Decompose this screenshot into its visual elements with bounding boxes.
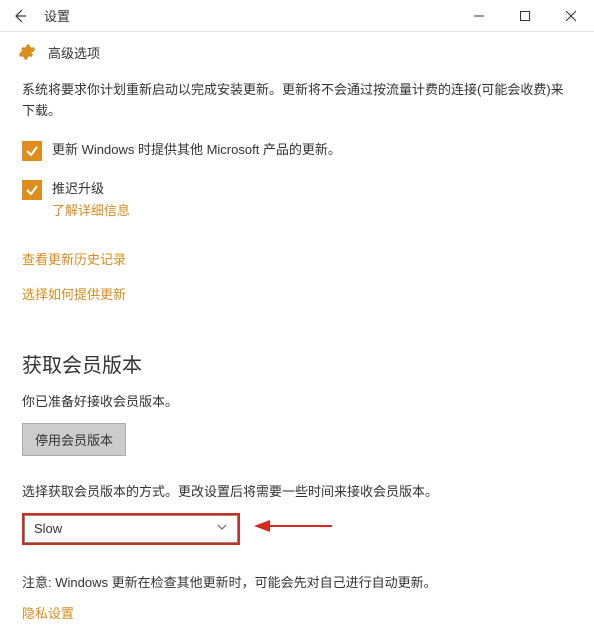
close-icon bbox=[566, 11, 576, 21]
maximize-button[interactable] bbox=[502, 0, 548, 32]
window-title: 设置 bbox=[44, 6, 70, 25]
intro-text: 系统将要求你计划重新启动以完成安装更新。更新将不会通过按流量计费的连接(可能会收… bbox=[22, 80, 572, 122]
checkbox-label-microsoft-updates: 更新 Windows 时提供其他 Microsoft 产品的更新。 bbox=[52, 140, 341, 160]
checkbox-label-defer-upgrades: 推迟升级 bbox=[52, 179, 130, 199]
check-icon bbox=[25, 144, 39, 158]
window-controls bbox=[456, 0, 594, 32]
close-button[interactable] bbox=[548, 0, 594, 32]
gear-icon bbox=[18, 43, 36, 61]
callout-arrow-icon bbox=[254, 516, 334, 541]
privacy-settings-link[interactable]: 隐私设置 bbox=[22, 603, 74, 622]
dropdown-value: Slow bbox=[34, 521, 62, 536]
back-arrow-icon bbox=[12, 8, 28, 24]
checkbox-row-microsoft-updates: 更新 Windows 时提供其他 Microsoft 产品的更新。 bbox=[22, 140, 572, 161]
delivery-optimization-link[interactable]: 选择如何提供更新 bbox=[22, 284, 126, 303]
chevron-down-icon bbox=[216, 521, 228, 536]
learn-more-link[interactable]: 了解详细信息 bbox=[52, 200, 130, 219]
insider-ready-text: 你已准备好接收会员版本。 bbox=[22, 392, 572, 413]
update-history-link[interactable]: 查看更新历史记录 bbox=[22, 249, 126, 268]
back-button[interactable] bbox=[0, 0, 40, 32]
insider-note-text: 注意: Windows 更新在检查其他更新时，可能会先对自己进行自动更新。 bbox=[22, 573, 572, 594]
check-icon bbox=[25, 183, 39, 197]
content-area: 系统将要求你计划重新启动以完成安装更新。更新将不会通过按流量计费的连接(可能会收… bbox=[0, 72, 594, 634]
stop-insider-button[interactable]: 停用会员版本 bbox=[22, 423, 126, 456]
insider-method-text: 选择获取会员版本的方式。更改设置后将需要一些时间来接收会员版本。 bbox=[22, 482, 572, 503]
checkbox-defer-upgrades[interactable] bbox=[22, 180, 42, 200]
minimize-icon bbox=[474, 11, 484, 21]
checkbox-microsoft-updates[interactable] bbox=[22, 141, 42, 161]
titlebar: 设置 bbox=[0, 0, 594, 32]
minimize-button[interactable] bbox=[456, 0, 502, 32]
sub-header-title: 高级选项 bbox=[48, 43, 100, 62]
maximize-icon bbox=[520, 11, 530, 21]
sub-header: 高级选项 bbox=[0, 32, 594, 72]
insider-ring-dropdown[interactable]: Slow bbox=[22, 513, 240, 545]
dropdown-row: Slow bbox=[22, 513, 572, 545]
insider-heading: 获取会员版本 bbox=[22, 349, 572, 378]
checkbox-row-defer-upgrades: 推迟升级 了解详细信息 bbox=[22, 179, 572, 232]
